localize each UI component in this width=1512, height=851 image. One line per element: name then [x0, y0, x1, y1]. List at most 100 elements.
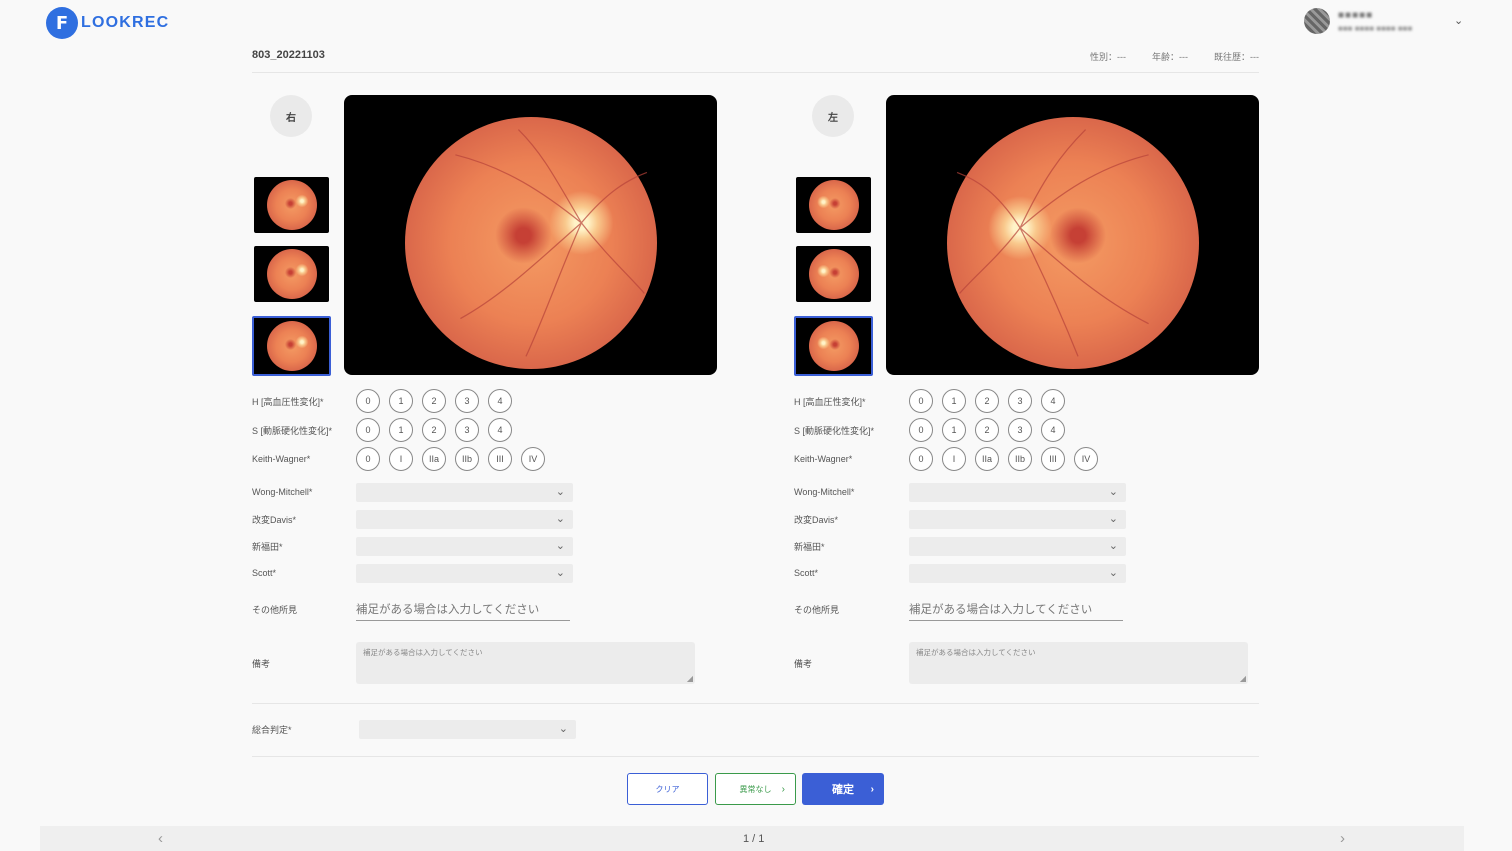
h-grade-2[interactable]: 2 [422, 389, 446, 413]
s-grade-2[interactable]: 2 [975, 418, 999, 442]
chevron-left-icon[interactable]: ‹ [158, 830, 163, 847]
user-menu[interactable]: ■■■■■ ■■■ ■■■■ ■■■■ ■■■ ⌄ [1304, 8, 1463, 34]
thumbnail-2[interactable] [254, 246, 329, 302]
user-subtitle: ■■■ ■■■■ ■■■■ ■■■ [1338, 23, 1413, 33]
wong-mitchell-select[interactable]: ⌄ [356, 482, 573, 502]
h-grade-label: H [高血圧性変化]* [252, 396, 324, 407]
clear-button[interactable]: クリア [627, 773, 708, 805]
s-grade-0[interactable]: 0 [356, 418, 380, 442]
chevron-down-icon: ⌄ [1108, 485, 1118, 498]
h-grade-4[interactable]: 4 [488, 389, 512, 413]
kw-grade-iib[interactable]: IIb [455, 447, 479, 471]
fundus-photo [405, 117, 657, 369]
kw-grade-0[interactable]: 0 [356, 447, 380, 471]
fundus-photo [947, 117, 1199, 369]
h-grade-4[interactable]: 4 [1041, 389, 1065, 413]
right-eye-panel: 右 H [高血圧性変化]* 0 1 2 3 4 S [動脈硬化性変化]* 0 1… [252, 95, 812, 695]
h-grade-1[interactable]: 1 [942, 389, 966, 413]
left-eye-panel: 左 H [高血圧性変化]* 0 1 2 3 4 S [動脈硬化性変化]* 0 1… [794, 95, 1354, 695]
fukuda-select[interactable]: ⌄ [356, 536, 573, 556]
no-abnormality-label: 異常なし [739, 784, 772, 794]
h-grade-0[interactable]: 0 [356, 389, 380, 413]
chevron-down-icon[interactable]: ⌄ [1454, 14, 1463, 27]
kw-grade-iii[interactable]: III [1041, 447, 1065, 471]
s-grade-2[interactable]: 2 [422, 418, 446, 442]
note-textarea[interactable]: 補足がある場合は入力してください ◢ [356, 642, 695, 684]
kw-grade-iia[interactable]: IIa [422, 447, 446, 471]
confirm-button[interactable]: 確定 › [802, 773, 884, 805]
eye-side-badge: 左 [812, 95, 854, 137]
note-label: 備考 [252, 658, 271, 669]
note-textarea[interactable]: 補足がある場合は入力してください ◢ [909, 642, 1248, 684]
logo-text: LOOKREC [81, 14, 170, 31]
davis-label: 改変Davis* [794, 514, 839, 525]
note-placeholder: 補足がある場合は入力してください [363, 648, 483, 657]
h-grade-2[interactable]: 2 [975, 389, 999, 413]
kw-grade-iib[interactable]: IIb [1008, 447, 1032, 471]
note-label: 備考 [794, 658, 813, 669]
kw-grade-0[interactable]: 0 [909, 447, 933, 471]
thumbnail-1[interactable] [254, 177, 329, 233]
main-fundus-image[interactable] [886, 95, 1259, 375]
davis-row: 改変Davis* ⌄ [252, 507, 573, 531]
overall-judgment-row: 総合判定* ⌄ [252, 720, 576, 739]
scott-select[interactable]: ⌄ [356, 563, 573, 583]
thumbnail-3-selected[interactable] [794, 316, 873, 376]
h-grade-0[interactable]: 0 [909, 389, 933, 413]
app-logo[interactable]: F LOOKREC [46, 7, 169, 39]
thumbnail-3-selected[interactable] [252, 316, 331, 376]
kw-grade-iv[interactable]: IV [521, 447, 545, 471]
other-findings-input[interactable]: 補足がある場合は入力してください [356, 598, 570, 621]
davis-select[interactable]: ⌄ [909, 509, 1126, 529]
wong-mitchell-select[interactable]: ⌄ [909, 482, 1126, 502]
user-name: ■■■■■ [1338, 9, 1374, 21]
scott-row: Scott* ⌄ [252, 561, 573, 585]
other-findings-input[interactable]: 補足がある場合は入力してください [909, 598, 1123, 621]
s-grade-3[interactable]: 3 [455, 418, 479, 442]
kw-grade-iii[interactable]: III [488, 447, 512, 471]
patient-sex: 性別：--- [1090, 52, 1126, 62]
s-grade-4[interactable]: 4 [1041, 418, 1065, 442]
fundus-thumbnail [808, 249, 859, 299]
s-grade-1[interactable]: 1 [942, 418, 966, 442]
resize-grip-icon[interactable]: ◢ [1240, 674, 1246, 683]
kw-grade-i[interactable]: I [389, 447, 413, 471]
s-grade-3[interactable]: 3 [1008, 418, 1032, 442]
chevron-right-icon: › [781, 783, 785, 795]
chevron-down-icon: ⌄ [558, 723, 568, 735]
fundus-thumbnail [266, 321, 317, 371]
davis-row: 改変Davis* ⌄ [794, 507, 1126, 531]
no-abnormality-button[interactable]: 異常なし › [715, 773, 796, 805]
retinal-vessels [455, 129, 648, 357]
thumbnail-1[interactable] [796, 177, 871, 233]
kw-grade-iia[interactable]: IIa [975, 447, 999, 471]
h-grade-1[interactable]: 1 [389, 389, 413, 413]
h-grade-3[interactable]: 3 [1008, 389, 1032, 413]
wong-mitchell-label: Wong-Mitchell* [794, 487, 855, 497]
patient-age: 年齢：--- [1152, 52, 1188, 62]
record-id: 803_20221103 [252, 49, 325, 61]
avatar [1304, 8, 1330, 34]
scott-label: Scott* [794, 568, 819, 578]
h-grade-3[interactable]: 3 [455, 389, 479, 413]
wong-mitchell-row: Wong-Mitchell* ⌄ [794, 480, 1126, 504]
main-fundus-image[interactable] [344, 95, 717, 375]
thumbnail-2[interactable] [796, 246, 871, 302]
chevron-right-icon[interactable]: › [1340, 830, 1345, 847]
s-grade-row: S [動脈硬化性変化]* 0 1 2 3 4 [794, 418, 1065, 442]
kw-grade-i[interactable]: I [942, 447, 966, 471]
fukuda-row: 新福田* ⌄ [252, 534, 573, 558]
kw-grade-iv[interactable]: IV [1074, 447, 1098, 471]
fukuda-select[interactable]: ⌄ [909, 536, 1126, 556]
s-grade-label: S [動脈硬化性変化]* [794, 425, 875, 436]
s-grade-4[interactable]: 4 [488, 418, 512, 442]
resize-grip-icon[interactable]: ◢ [687, 674, 693, 683]
divider [252, 703, 1259, 704]
davis-select[interactable]: ⌄ [356, 509, 573, 529]
scott-select[interactable]: ⌄ [909, 563, 1126, 583]
s-grade-1[interactable]: 1 [389, 418, 413, 442]
s-grade-0[interactable]: 0 [909, 418, 933, 442]
clear-button-label: クリア [655, 784, 680, 794]
overall-judgment-select[interactable]: ⌄ [359, 720, 576, 739]
overall-judgment-label: 総合判定* [252, 725, 292, 735]
